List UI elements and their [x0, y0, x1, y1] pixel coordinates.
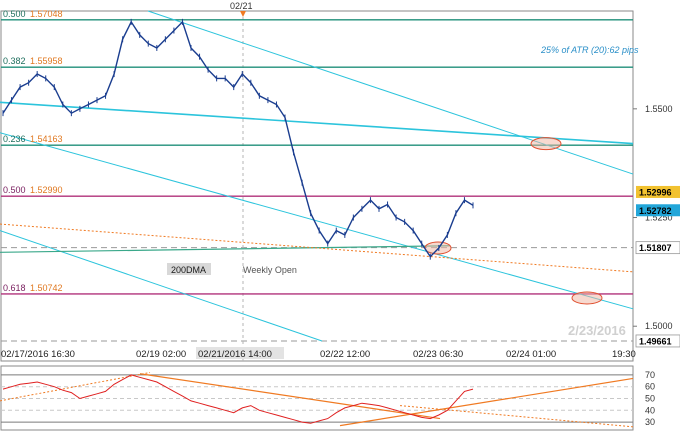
- fib-0236-value-label: 1.54163: [30, 134, 63, 144]
- right-price-label: 1.52782: [639, 206, 672, 216]
- fib-0500-upper-ratio-label: 0.500: [3, 9, 26, 19]
- x-tick-label: 02/23 06:30: [413, 349, 463, 360]
- fib-0236-ratio-label: 0.236: [3, 134, 26, 144]
- rsi-level-label: 60: [645, 382, 655, 392]
- price-panel-frame: [0, 10, 634, 362]
- rsi-level-label: 40: [645, 405, 655, 415]
- right-price-label: 1.51807: [639, 243, 672, 253]
- x-tick-label: 19:30: [612, 349, 636, 360]
- fib-0618-ratio-label: 0.618: [3, 283, 26, 293]
- date-watermark: 2/23/2016: [568, 323, 626, 338]
- chart-stage: 0.500 1.57048 0.382 1.55958 0.236 1.54163 0.50…: [0, 0, 680, 433]
- fib-0382-ratio-label: 0.382: [3, 56, 26, 66]
- atr-annotation: 25% of ATR (20):62 pips: [540, 45, 639, 55]
- rsi-level-label: 50: [645, 394, 655, 404]
- x-tick-label: 02/21/2016 14:00: [198, 349, 272, 360]
- x-tick-label: 02/19 02:00: [136, 349, 186, 360]
- rsi-level-label: 70: [645, 370, 655, 380]
- ellipse-fib-target: [571, 291, 603, 305]
- x-tick-label: 02/24 01:00: [506, 349, 556, 360]
- y-tick-label: 1.5500: [645, 104, 673, 114]
- weekly-open-label: Weekly Open: [243, 265, 297, 275]
- rsi-level-label: 30: [645, 417, 655, 427]
- right-price-label: 1.52996: [639, 187, 672, 197]
- y-tick-label: 1.5000: [645, 321, 673, 331]
- dma-label: 200DMA: [171, 265, 206, 275]
- x-tick-label: 02/17/2016 16:30: [1, 349, 75, 360]
- price-chart: 0.500 1.57048 0.382 1.55958 0.236 1.54163 0.50…: [0, 1, 680, 431]
- fib-0382-value-label: 1.55958: [30, 56, 63, 66]
- fib-0500-lower-ratio-label: 0.500: [3, 185, 26, 195]
- fib-0500-lower-value-label: 1.52990: [30, 185, 63, 195]
- fib-0500-upper-value-label: 1.57048: [30, 9, 63, 19]
- x-tick-label: 02/22 12:00: [320, 349, 370, 360]
- ellipse-channel-intersection: [530, 137, 562, 151]
- fib-0618-value-label: 1.50742: [30, 283, 63, 293]
- top-date-label: 02/21: [230, 1, 253, 11]
- right-price-label: 1.49661: [639, 336, 672, 346]
